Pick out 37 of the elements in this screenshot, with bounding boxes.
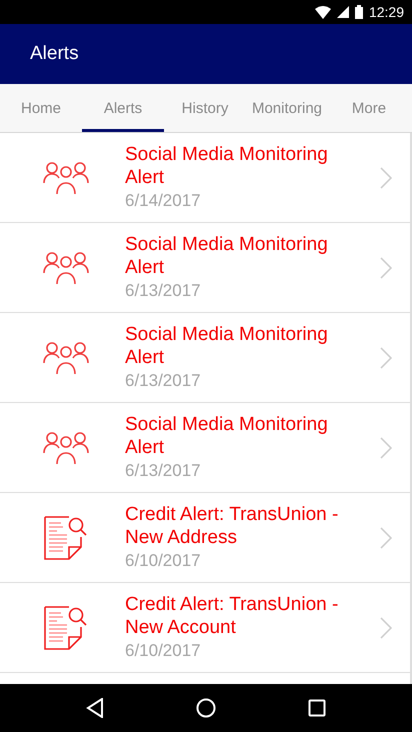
app-bar-title: Alerts (30, 43, 79, 65)
recents-icon[interactable] (308, 699, 326, 717)
tab[interactable]: Alerts (82, 84, 164, 132)
tab[interactable]: History (164, 84, 246, 132)
chevron-right-icon (380, 166, 392, 188)
alert-title[interactable]: Credit Alert: TransUnion - New Address (125, 503, 355, 549)
group-icon (42, 430, 88, 464)
alert-title[interactable]: Social Media Monitoring Alert (125, 323, 355, 369)
group-icon (42, 340, 88, 374)
group-icon (42, 160, 88, 194)
status-time: 12:29 (368, 4, 404, 20)
document-search-icon (42, 604, 88, 650)
document-search-icon (42, 514, 88, 560)
tab[interactable]: Home (0, 84, 82, 132)
group-icon (42, 250, 88, 284)
alert-date: 6/13/2017 (125, 280, 202, 302)
chevron-right-icon (380, 436, 392, 458)
signal-icon (336, 6, 349, 18)
alert-date: 6/13/2017 (125, 370, 202, 392)
alert-title[interactable]: Social Media Monitoring Alert (125, 233, 355, 279)
chevron-right-icon (380, 526, 392, 548)
chevron-right-icon (380, 346, 392, 368)
alert-title[interactable]: Social Media Monitoring Alert (125, 143, 355, 189)
alert-date: 6/10/2017 (125, 550, 202, 572)
alert-date: 6/14/2017 (125, 190, 202, 212)
tab[interactable]: Monitoring (246, 84, 328, 132)
tab[interactable]: More (328, 84, 410, 132)
chevron-right-icon (380, 616, 392, 638)
alert-title[interactable]: Credit Alert: TransUnion - New Account (125, 593, 355, 639)
alert-date: 6/13/2017 (125, 460, 202, 482)
back-icon[interactable] (86, 698, 104, 718)
alert-title[interactable]: Social Media Monitoring Alert (125, 413, 355, 459)
wifi-icon (314, 6, 331, 18)
alert-date: 6/10/2017 (125, 640, 202, 662)
home-icon[interactable] (196, 698, 216, 718)
battery-icon (354, 5, 363, 19)
chevron-right-icon (380, 256, 392, 278)
